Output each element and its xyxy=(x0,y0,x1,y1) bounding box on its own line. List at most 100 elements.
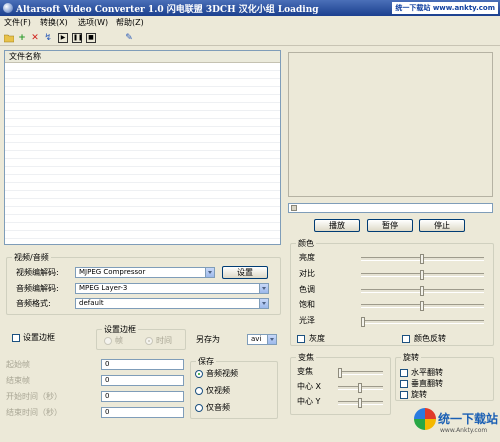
audio-video-radio[interactable] xyxy=(195,370,203,378)
menu-convert[interactable]: 转换(X) xyxy=(40,17,68,28)
list-item[interactable] xyxy=(5,95,280,103)
list-item[interactable] xyxy=(5,207,280,215)
list-item[interactable] xyxy=(5,159,280,167)
chevron-down-icon[interactable] xyxy=(205,268,214,277)
list-item[interactable] xyxy=(5,167,280,175)
video-only-label: 仅视频 xyxy=(206,386,230,395)
list-item[interactable] xyxy=(5,127,280,135)
list-item[interactable] xyxy=(5,199,280,207)
audio-codec-select[interactable]: MPEG Layer-3 xyxy=(75,283,269,294)
pause-icon[interactable]: ❚❚ xyxy=(72,33,83,43)
start-time-input[interactable]: 0 xyxy=(101,391,184,402)
center-x-slider[interactable] xyxy=(338,383,383,393)
chevron-down-icon[interactable] xyxy=(267,335,276,344)
file-list-header[interactable]: 文件名称 xyxy=(5,51,280,63)
toolbar: + ✕ ↯ ▶ ❚❚ ■ ✎ xyxy=(0,30,500,46)
start-frame-input[interactable]: 0 xyxy=(101,359,184,370)
seek-bar[interactable] xyxy=(288,203,493,213)
menu-file[interactable]: 文件(F) xyxy=(4,17,31,28)
file-list[interactable]: 文件名称 xyxy=(4,50,281,245)
open-folder-icon[interactable] xyxy=(3,33,15,43)
audio-only-radio[interactable] xyxy=(195,404,203,412)
center-y-knob[interactable] xyxy=(358,398,362,408)
contrast-slider[interactable] xyxy=(361,270,484,280)
menu-options[interactable]: 选项(W) xyxy=(78,17,108,28)
invert-color-label: 颜色反转 xyxy=(414,334,446,343)
start-frame-label: 起始帧 xyxy=(6,360,30,369)
list-item[interactable] xyxy=(5,103,280,111)
audio-format-select[interactable]: default xyxy=(75,298,269,309)
list-item[interactable] xyxy=(5,191,280,199)
list-item[interactable] xyxy=(5,87,280,95)
hue-slider[interactable] xyxy=(361,286,484,296)
save-as-value: avi xyxy=(251,335,262,343)
list-item[interactable] xyxy=(5,119,280,127)
border-group-title: 设置边框 xyxy=(102,325,138,334)
list-item[interactable] xyxy=(5,79,280,87)
frame-radio[interactable] xyxy=(104,337,112,345)
list-item[interactable] xyxy=(5,63,280,71)
saturation-slider[interactable] xyxy=(361,301,484,311)
hue-knob[interactable] xyxy=(420,286,424,296)
play-icon[interactable]: ▶ xyxy=(58,33,68,43)
flip-horizontal-checkbox[interactable] xyxy=(400,369,408,377)
list-item[interactable] xyxy=(5,151,280,159)
list-item[interactable] xyxy=(5,71,280,79)
settings-icon[interactable]: ↯ xyxy=(43,33,53,43)
end-time-input[interactable]: 0 xyxy=(101,407,184,418)
saturation-knob[interactable] xyxy=(420,301,424,311)
list-item[interactable] xyxy=(5,175,280,183)
play-button[interactable]: 播放 xyxy=(314,219,360,232)
menu-help[interactable]: 帮助(Z) xyxy=(116,17,144,28)
list-item[interactable] xyxy=(5,215,280,223)
stop-button[interactable]: 停止 xyxy=(419,219,465,232)
invert-color-checkbox[interactable] xyxy=(402,335,410,343)
zoom-knob[interactable] xyxy=(338,368,342,378)
list-item[interactable] xyxy=(5,111,280,119)
add-icon[interactable]: + xyxy=(17,33,27,43)
gloss-slider[interactable] xyxy=(361,317,484,327)
list-item[interactable] xyxy=(5,143,280,151)
time-radio[interactable] xyxy=(145,337,153,345)
file-list-rows xyxy=(5,63,280,239)
video-preview xyxy=(288,52,493,197)
brightness-slider[interactable] xyxy=(361,254,484,264)
stop-icon[interactable]: ■ xyxy=(86,33,96,43)
title-bar: Altarsoft Video Converter 1.0 闪电联盟 3DCH … xyxy=(0,0,500,16)
tool-icon[interactable]: ✎ xyxy=(124,33,134,43)
video-codec-select[interactable]: MJPEG Compressor xyxy=(75,267,215,278)
codec-settings-button[interactable]: 设置 xyxy=(222,266,268,279)
rotate-checkbox[interactable] xyxy=(400,391,408,399)
remove-icon[interactable]: ✕ xyxy=(30,33,40,43)
seek-thumb[interactable] xyxy=(291,205,297,211)
border-checkbox[interactable] xyxy=(12,334,20,342)
list-item[interactable] xyxy=(5,223,280,231)
list-item[interactable] xyxy=(5,231,280,239)
site-logo: 统一下载站 www.Ankty.com xyxy=(414,406,498,440)
chevron-down-icon[interactable] xyxy=(259,284,268,293)
center-y-slider[interactable] xyxy=(338,398,383,408)
window-title: Altarsoft Video Converter 1.0 闪电联盟 3DCH … xyxy=(16,5,319,15)
watermark: 统一下载站 www.ankty.com xyxy=(392,2,498,14)
list-item[interactable] xyxy=(5,135,280,143)
rotate-label: 旋转 xyxy=(411,390,427,399)
contrast-label: 对比 xyxy=(299,269,315,278)
end-frame-label: 结束帧 xyxy=(6,376,30,385)
chevron-down-icon[interactable] xyxy=(259,299,268,308)
pause-button[interactable]: 暂停 xyxy=(367,219,413,232)
video-only-radio[interactable] xyxy=(195,387,203,395)
center-x-knob[interactable] xyxy=(358,383,362,393)
zoom-slider[interactable] xyxy=(338,368,383,378)
list-item[interactable] xyxy=(5,183,280,191)
gloss-label: 光泽 xyxy=(299,316,315,325)
end-frame-input[interactable]: 0 xyxy=(101,375,184,386)
brightness-label: 亮度 xyxy=(299,253,315,262)
flip-vertical-checkbox[interactable] xyxy=(400,380,408,388)
save-as-select[interactable]: avi xyxy=(247,334,277,345)
hue-label: 色调 xyxy=(299,285,315,294)
brightness-knob[interactable] xyxy=(420,254,424,264)
grayscale-checkbox[interactable] xyxy=(297,335,305,343)
gloss-knob[interactable] xyxy=(361,317,365,327)
contrast-knob[interactable] xyxy=(420,270,424,280)
video-codec-value: MJPEG Compressor xyxy=(79,268,146,276)
